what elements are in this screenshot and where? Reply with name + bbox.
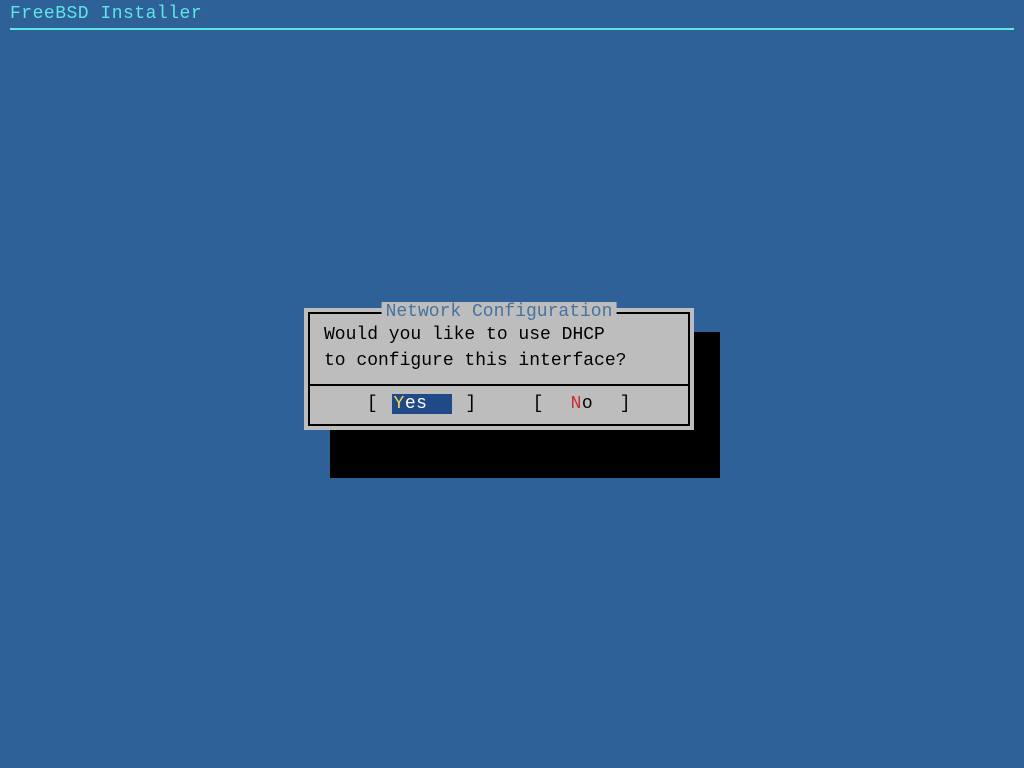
bracket-open-icon: [ [367,394,390,414]
title-divider [10,28,1014,30]
bracket-open-icon: [ [533,394,567,414]
yes-rest: es [405,394,428,414]
no-button-label: No [569,394,596,414]
installer-title: FreeBSD Installer [0,0,1024,26]
dialog-frame: Network Configuration Would you like to … [308,312,690,426]
yes-button[interactable]: [ Yes ] [367,394,477,414]
no-button[interactable]: [ No ] [533,394,631,414]
dialog-button-row: [ Yes ] [ No ] [310,384,688,424]
no-rest: o [582,394,593,414]
yes-button-label: Yes [392,394,453,414]
dialog-message: Would you like to use DHCP to configure … [324,322,674,374]
no-hotkey: N [571,394,582,414]
bracket-close-icon: ] [454,394,477,414]
network-config-dialog: Network Configuration Would you like to … [304,308,694,430]
dialog-body: Network Configuration Would you like to … [310,314,688,384]
dialog-title: Network Configuration [382,302,617,322]
bracket-close-icon: ] [597,394,631,414]
yes-hotkey: Y [394,394,405,414]
